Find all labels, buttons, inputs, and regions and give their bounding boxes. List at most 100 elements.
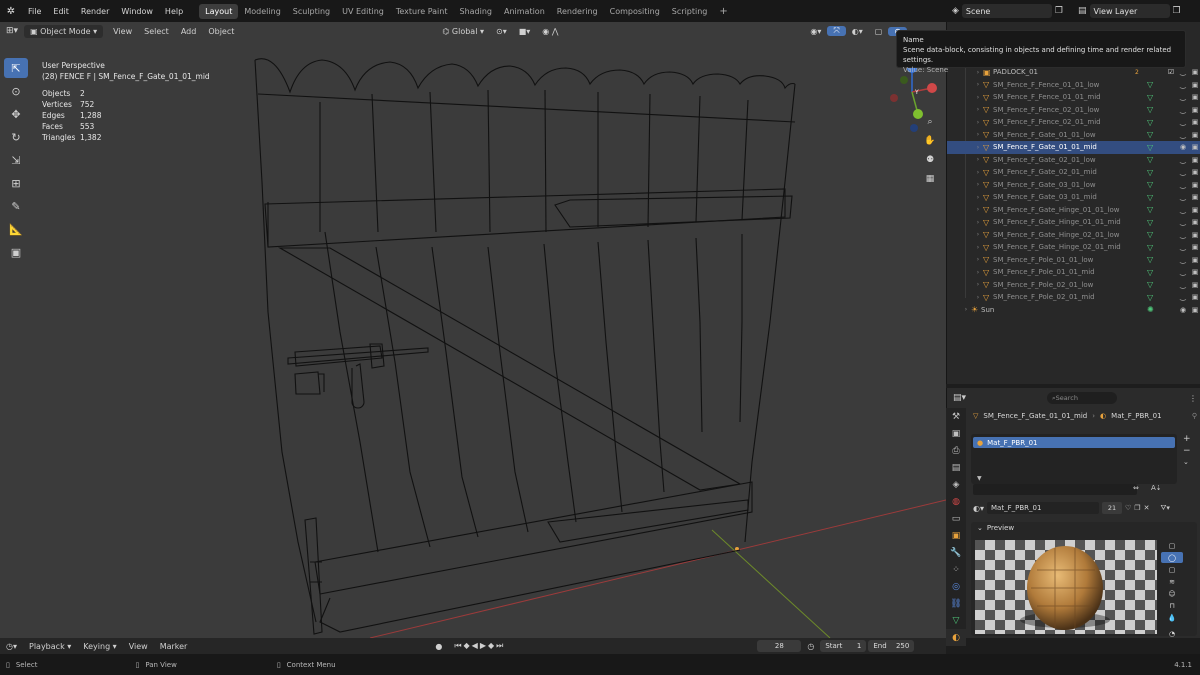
auto-keying-icon[interactable]: ●: [429, 642, 448, 651]
eye-hidden-icon[interactable]: ‿: [1177, 231, 1189, 239]
outliner-item[interactable]: › ▽ SM_Fence_F_Gate_Hinge_01_01_low ▽ ‿ ▣: [947, 204, 1200, 217]
timeline-editor-icon[interactable]: ◷▾: [0, 642, 23, 651]
expand-arrow-icon[interactable]: ›: [973, 106, 983, 113]
render-camera-icon[interactable]: ▣: [1189, 156, 1200, 164]
menu-object[interactable]: Object: [202, 27, 240, 36]
outliner-item[interactable]: › ▽ SM_Fence_F_Gate_02_01_low ▽ ‿ ▣: [947, 154, 1200, 167]
tab-compositing[interactable]: Compositing: [604, 4, 666, 19]
outliner-item[interactable]: › ☀ Sun ✺ ◉ ▣: [947, 304, 1200, 317]
view-layer-icon[interactable]: ▤: [1078, 6, 1087, 16]
slot-list-expand-icon[interactable]: ▼: [977, 475, 982, 482]
output-tab-icon[interactable]: ⎙: [946, 442, 966, 459]
tab-uv-editing[interactable]: UV Editing: [336, 4, 390, 19]
expand-arrow-icon[interactable]: ›: [973, 131, 983, 138]
expand-arrow-icon[interactable]: ›: [973, 94, 983, 101]
camera-view-icon[interactable]: ⚉: [922, 152, 938, 168]
new-view-layer-icon[interactable]: ❐: [1173, 6, 1181, 16]
proportional-edit-icon[interactable]: ◉ ⋀: [536, 27, 564, 36]
render-camera-icon[interactable]: ▣: [1189, 106, 1200, 114]
duplicate-icon[interactable]: ❐: [1134, 504, 1140, 512]
expand-arrow-icon[interactable]: ›: [973, 169, 983, 176]
expand-arrow-icon[interactable]: ›: [973, 294, 983, 301]
eye-visible-icon[interactable]: ◉: [1177, 306, 1189, 314]
expand-arrow-icon[interactable]: ›: [973, 144, 983, 151]
menu-help[interactable]: Help: [159, 7, 189, 16]
properties-editor-icon[interactable]: ▤▾: [953, 393, 966, 403]
menu-select[interactable]: Select: [138, 27, 175, 36]
gizmo-toggle-icon[interactable]: ⤧: [827, 26, 846, 36]
eye-hidden-icon[interactable]: ‿: [1177, 206, 1189, 214]
preview-header[interactable]: ⌄ Preview: [971, 522, 1197, 534]
render-camera-icon[interactable]: ▣: [1189, 231, 1200, 239]
snap-icon[interactable]: ■▾: [513, 27, 537, 36]
menu-window[interactable]: Window: [115, 7, 159, 16]
expand-arrow-icon[interactable]: ›: [973, 156, 983, 163]
scene-tab-icon[interactable]: ◈: [946, 476, 966, 493]
menu-add[interactable]: Add: [175, 27, 203, 36]
menu-timeline-view[interactable]: View: [123, 642, 154, 651]
preview-monkey-icon[interactable]: ☺: [1161, 588, 1183, 599]
outliner-item[interactable]: › ▽ SM_Fence_F_Fence_02_01_mid ▽ ‿ ▣: [947, 116, 1200, 129]
ortho-grid-icon[interactable]: ▦: [922, 171, 938, 187]
render-camera-icon[interactable]: ▣: [1189, 131, 1200, 139]
render-camera-icon[interactable]: ▣: [1189, 206, 1200, 214]
outliner-item[interactable]: › ▽ SM_Fence_F_Fence_01_01_mid ▽ ‿ ▣: [947, 91, 1200, 104]
xray-toggle-icon[interactable]: ▢: [869, 27, 889, 36]
material-name-field[interactable]: Mat_F_PBR_01: [987, 502, 1099, 514]
preview-world-icon[interactable]: ◔: [1161, 628, 1183, 639]
outliner-item[interactable]: › ▽ SM_Fence_F_Fence_01_01_low ▽ ‿ ▣: [947, 79, 1200, 92]
transform-orientation-dropdown[interactable]: ⌬ Global ▾: [436, 27, 490, 36]
tab-scripting[interactable]: Scripting: [666, 4, 714, 19]
modifier-tab-icon[interactable]: 🔧: [946, 544, 966, 561]
expand-arrow-icon[interactable]: ›: [973, 269, 983, 276]
render-camera-icon[interactable]: ▣: [1189, 181, 1200, 189]
outliner-item[interactable]: › ▽ SM_Fence_F_Pole_02_01_mid ▽ ‿ ▣: [947, 291, 1200, 304]
expand-arrow-icon[interactable]: ›: [973, 119, 983, 126]
eye-hidden-icon[interactable]: ‿: [1177, 218, 1189, 226]
tab-layout[interactable]: Layout: [199, 3, 239, 19]
add-slot-button[interactable]: +: [1183, 434, 1191, 444]
eye-hidden-icon[interactable]: ‿: [1177, 193, 1189, 201]
remove-slot-button[interactable]: −: [1183, 446, 1191, 456]
start-frame-field[interactable]: Start 1: [820, 640, 867, 652]
preview-range-icon[interactable]: ◷: [801, 642, 820, 651]
tool-tab-icon[interactable]: ⚒: [946, 408, 966, 425]
slot-menu-chevron-icon[interactable]: ⌄: [1183, 458, 1191, 466]
scene-icon[interactable]: ◈: [952, 6, 959, 16]
constraints-tab-icon[interactable]: ⛓: [946, 595, 966, 612]
expand-arrow-icon[interactable]: ›: [973, 256, 983, 263]
view-layer-name-field[interactable]: View Layer: [1089, 4, 1170, 18]
menu-view[interactable]: View: [107, 27, 138, 36]
select-box-tool-icon[interactable]: ⇱: [4, 58, 28, 78]
pivot-point-icon[interactable]: ⊙▾: [490, 27, 513, 36]
measure-tool-icon[interactable]: 📐: [4, 219, 28, 239]
menu-keying[interactable]: Keying ▾: [77, 642, 122, 651]
slot-filter-input[interactable]: [973, 484, 1137, 495]
tab-shading[interactable]: Shading: [453, 4, 498, 19]
render-camera-icon[interactable]: ▣: [1189, 293, 1200, 301]
render-camera-icon[interactable]: ▣: [1189, 93, 1200, 101]
eye-hidden-icon[interactable]: ‿: [1177, 156, 1189, 164]
fake-user-icon[interactable]: ♡: [1125, 504, 1131, 512]
eye-hidden-icon[interactable]: ‿: [1177, 256, 1189, 264]
expand-arrow-icon[interactable]: ›: [973, 231, 983, 238]
expand-arrow-icon[interactable]: ›: [961, 306, 971, 313]
render-camera-icon[interactable]: ▣: [1189, 281, 1200, 289]
add-workspace-button[interactable]: +: [713, 6, 733, 17]
render-camera-icon[interactable]: ▣: [1189, 218, 1200, 226]
menu-edit[interactable]: Edit: [47, 7, 75, 16]
transform-tool-icon[interactable]: ⊞: [4, 173, 28, 193]
eye-hidden-icon[interactable]: ‿: [1177, 81, 1189, 89]
material-slot-item[interactable]: ● Mat_F_PBR_01: [973, 437, 1175, 448]
menu-playback[interactable]: Playback ▾: [23, 642, 77, 651]
eye-hidden-icon[interactable]: ‿: [1177, 293, 1189, 301]
expand-arrow-icon[interactable]: ›: [973, 281, 983, 288]
object-tab-icon[interactable]: ▣: [946, 527, 966, 544]
visibility-icon[interactable]: ◉▾: [804, 27, 827, 36]
particles-tab-icon[interactable]: ⁘: [946, 561, 966, 578]
blender-logo-icon[interactable]: ✲: [0, 6, 22, 17]
render-tab-icon[interactable]: ▣: [946, 425, 966, 442]
outliner-item[interactable]: › ▽ SM_Fence_F_Gate_Hinge_02_01_low ▽ ‿ ▣: [947, 229, 1200, 242]
preview-hair-icon[interactable]: ≋: [1161, 576, 1183, 587]
outliner-item[interactable]: › ▽ SM_Fence_F_Gate_01_01_mid ▽ ◉ ▣: [947, 141, 1200, 154]
